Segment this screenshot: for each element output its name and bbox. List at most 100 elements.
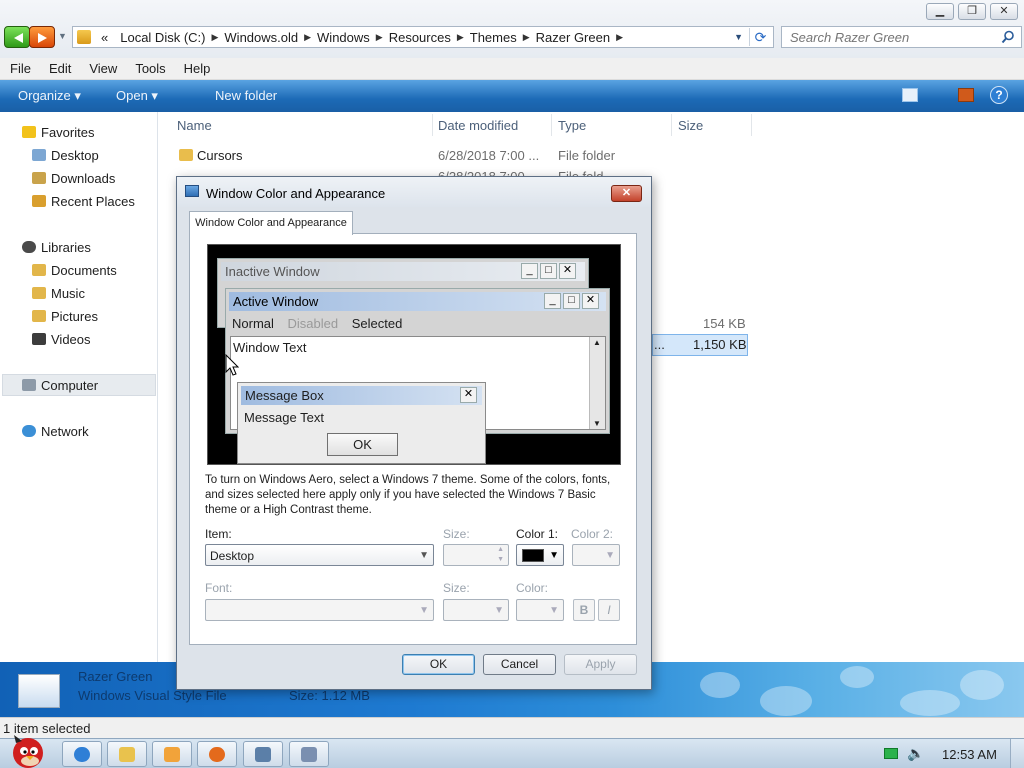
chevron-down-icon: ▼ [605,550,615,561]
show-desktop-button[interactable] [1010,739,1024,768]
search-input[interactable] [782,27,982,47]
color2-picker[interactable]: ▼ [572,544,620,566]
color1-picker[interactable]: ▼ [516,544,564,566]
forward-button[interactable] [29,26,55,48]
close-button[interactable]: ✕ [990,3,1018,20]
clock[interactable]: 12:53 AM [942,747,997,762]
breadcrumb-razer-green[interactable]: Razer Green [536,30,610,45]
help-icon[interactable]: ? [990,86,1008,104]
breadcrumb-windows[interactable]: Windows [317,30,370,45]
breadcrumb-separator-icon[interactable]: ▶ [457,32,464,43]
nav-music[interactable]: Music [32,286,85,301]
column-header-date[interactable]: Date modified [438,118,518,133]
size-spinner[interactable]: ▲ ▼ [443,544,509,566]
taskbar-explorer[interactable] [107,741,147,767]
taskbar-media-player[interactable] [152,741,192,767]
nav-pictures[interactable]: Pictures [32,309,98,324]
preview-maximize-icon: □ [563,293,580,309]
column-header-type[interactable]: Type [558,118,586,133]
preview-pane-icon[interactable] [958,88,974,102]
menu-edit[interactable]: Edit [49,61,71,76]
preview-ok-button[interactable]: OK [327,433,398,456]
breadcrumb-separator-icon[interactable]: ▶ [376,32,383,43]
taskbar-window-2[interactable] [289,741,329,767]
breadcrumb-windows-old[interactable]: Windows.old [224,30,298,45]
appearance-icon [185,185,199,197]
personalization-icon [301,747,317,762]
italic-button[interactable]: I [598,599,620,621]
breadcrumb-separator-icon[interactable]: ▶ [304,32,311,43]
breadcrumb-overflow[interactable]: « [101,30,108,45]
nav-network[interactable]: Network [22,424,89,439]
volume-icon[interactable]: 🔈 [907,745,924,762]
menu-file[interactable]: File [10,61,31,76]
nav-desktop[interactable]: Desktop [32,148,99,163]
preview-scrollbar[interactable]: ▲ ▼ [589,337,605,429]
breadcrumb-separator-icon[interactable]: ▶ [616,32,623,43]
organize-button[interactable]: Organize ▾ [18,88,81,104]
change-view-icon[interactable] [902,88,918,102]
column-header-name[interactable]: Name [177,118,212,133]
apply-button[interactable]: Apply [564,654,637,675]
open-button[interactable]: Open ▾ [116,88,158,104]
preview-menu-disabled[interactable]: Disabled [288,316,339,331]
item-select[interactable]: Desktop ▼ [205,544,434,566]
preview-menu-normal[interactable]: Normal [232,316,274,331]
computer-icon [22,379,36,391]
preview-message-box[interactable]: Message Box ✕ Message Text OK [237,382,486,464]
refresh-icon[interactable]: ⟳ [749,28,771,46]
font-select[interactable]: ▼ [205,599,434,621]
dialog-close-button[interactable]: ✕ [611,185,642,202]
column-divider[interactable] [551,114,552,136]
breadcrumb-themes[interactable]: Themes [470,30,517,45]
nav-recent-places[interactable]: Recent Places [32,194,135,209]
nav-favorites[interactable]: Favorites [22,125,94,140]
address-dropdown-icon[interactable]: ▼ [734,32,743,42]
menu-help[interactable]: Help [184,61,211,76]
nav-libraries[interactable]: Libraries [22,240,91,255]
breadcrumb-separator-icon[interactable]: ▶ [211,32,218,43]
taskbar-internet-explorer[interactable] [62,741,102,767]
open-label: Open [116,88,148,103]
column-divider[interactable] [432,114,433,136]
minimize-button[interactable]: ▁ [926,3,954,20]
column-divider[interactable] [671,114,672,136]
nav-network-label: Network [41,424,89,439]
preview-caption-buttons: _ □ ✕ [544,293,599,309]
color2-label: Color 2: [571,527,614,541]
nav-documents[interactable]: Documents [32,263,117,278]
back-button[interactable] [4,26,30,48]
restore-button[interactable]: ❐ [958,3,986,20]
cancel-button[interactable]: Cancel [483,654,556,675]
dialog-title-bar[interactable]: Window Color and Appearance ✕ [177,177,651,207]
taskbar-firefox[interactable] [197,741,237,767]
breadcrumb-local-disk[interactable]: Local Disk (C:) [120,30,205,45]
column-header-size[interactable]: Size [678,118,703,133]
search-icon[interactable] [1001,30,1015,44]
start-button-angry-bird-icon[interactable] [4,731,48,768]
breadcrumb-resources[interactable]: Resources [389,30,451,45]
breadcrumb-separator-icon[interactable]: ▶ [523,32,530,43]
bold-button[interactable]: B [573,599,595,621]
table-row[interactable]: Cursors [179,148,243,163]
nav-videos[interactable]: Videos [32,332,91,347]
address-bar[interactable]: « Local Disk (C:) ▶ Windows.old ▶ Windows ▶… [72,26,774,48]
font-color-picker[interactable]: ▼ [516,599,564,621]
ok-button[interactable]: OK [402,654,475,675]
nav-computer[interactable]: Computer [22,378,98,393]
preview-close-icon: ✕ [582,293,599,309]
font-size-select[interactable]: ▼ [443,599,509,621]
details-file-size: Size: 1.12 MB [289,688,370,703]
menu-tools[interactable]: Tools [135,61,165,76]
recent-pages-dropdown-icon[interactable]: ▼ [58,31,67,41]
size-label: Size: [443,527,470,541]
taskbar-window-1[interactable] [243,741,283,767]
search-box[interactable] [781,26,1022,48]
new-folder-button[interactable]: New folder [215,88,277,103]
menu-view[interactable]: View [89,61,117,76]
nav-downloads[interactable]: Downloads [32,171,115,186]
network-tray-icon[interactable] [884,748,898,759]
tab-window-color-appearance[interactable]: Window Color and Appearance [189,211,353,235]
column-divider[interactable] [751,114,752,136]
preview-menu-selected[interactable]: Selected [352,316,403,331]
